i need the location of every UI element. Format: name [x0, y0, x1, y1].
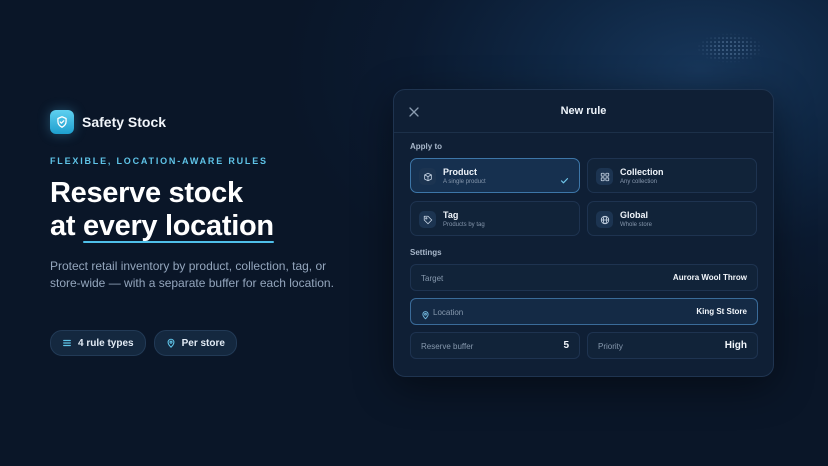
location-pin-icon: [421, 307, 430, 325]
pill-label: 4 rule types: [78, 337, 134, 349]
location-field[interactable]: Location King St Store: [410, 298, 758, 325]
option-title: Collection: [620, 167, 664, 177]
modal-title: New rule: [560, 105, 607, 117]
option-global[interactable]: Global Whole store: [587, 201, 757, 236]
location-label: Location: [433, 308, 464, 317]
option-product[interactable]: Product A single product: [410, 158, 580, 193]
option-title: Tag: [443, 210, 459, 220]
brand: Safety Stock: [50, 110, 166, 134]
check-icon: [560, 172, 569, 190]
pill-label: Per store: [181, 337, 225, 349]
settings-label: Settings: [410, 248, 442, 257]
list-icon: [62, 338, 72, 348]
headline-highlight: every location: [82, 210, 274, 243]
headline-prefix: at: [50, 210, 83, 242]
priority-value: High: [724, 340, 747, 351]
target-label: Target: [421, 274, 444, 283]
option-collection[interactable]: Collection Any collection: [587, 158, 757, 193]
option-tag[interactable]: Tag Products by tag: [410, 201, 580, 236]
priority-label: Priority: [598, 342, 623, 351]
option-title: Global: [620, 210, 649, 220]
option-subtitle: Whole store: [620, 222, 653, 228]
brand-name: Safety Stock: [82, 114, 167, 130]
hero-description: Protect retail inventory by product, col…: [50, 259, 334, 290]
modal-header: New rule: [394, 90, 773, 133]
reserve-buffer-field[interactable]: Reserve buffer 5: [410, 332, 580, 359]
option-subtitle: A single product: [443, 179, 486, 185]
feature-pills: 4 rule types Per store: [50, 330, 237, 356]
location-value: King St Store: [696, 307, 747, 316]
target-value: Aurora Wool Throw: [672, 273, 747, 282]
box-icon: [419, 168, 436, 185]
grid-icon: [596, 168, 613, 185]
tag-icon: [419, 211, 436, 228]
shield-check-icon: [50, 110, 74, 134]
headline-line-2: at every location: [50, 210, 274, 243]
target-field[interactable]: Target Aurora Wool Throw: [410, 264, 758, 291]
new-rule-modal: New rule Apply to Product A single produ…: [393, 89, 774, 377]
priority-field[interactable]: Priority High: [587, 332, 758, 359]
pill-rule-types: 4 rule types: [50, 330, 146, 356]
pill-per-store: Per store: [153, 330, 237, 356]
option-subtitle: Any collection: [620, 179, 658, 185]
eyebrow-text: FLEXIBLE, LOCATION-AWARE RULES: [50, 156, 268, 166]
background-dot-pattern: [685, 28, 775, 68]
headline-line-1: Reserve stock: [50, 177, 243, 209]
option-title: Product: [443, 167, 478, 177]
globe-icon: [596, 211, 613, 228]
reserve-buffer-label: Reserve buffer: [421, 342, 474, 351]
reserve-buffer-value: 5: [563, 340, 569, 351]
location-pin-icon: [166, 338, 176, 348]
option-subtitle: Products by tag: [443, 222, 485, 228]
headline: Reserve stock at every location: [50, 177, 274, 243]
apply-to-label: Apply to: [410, 142, 442, 151]
